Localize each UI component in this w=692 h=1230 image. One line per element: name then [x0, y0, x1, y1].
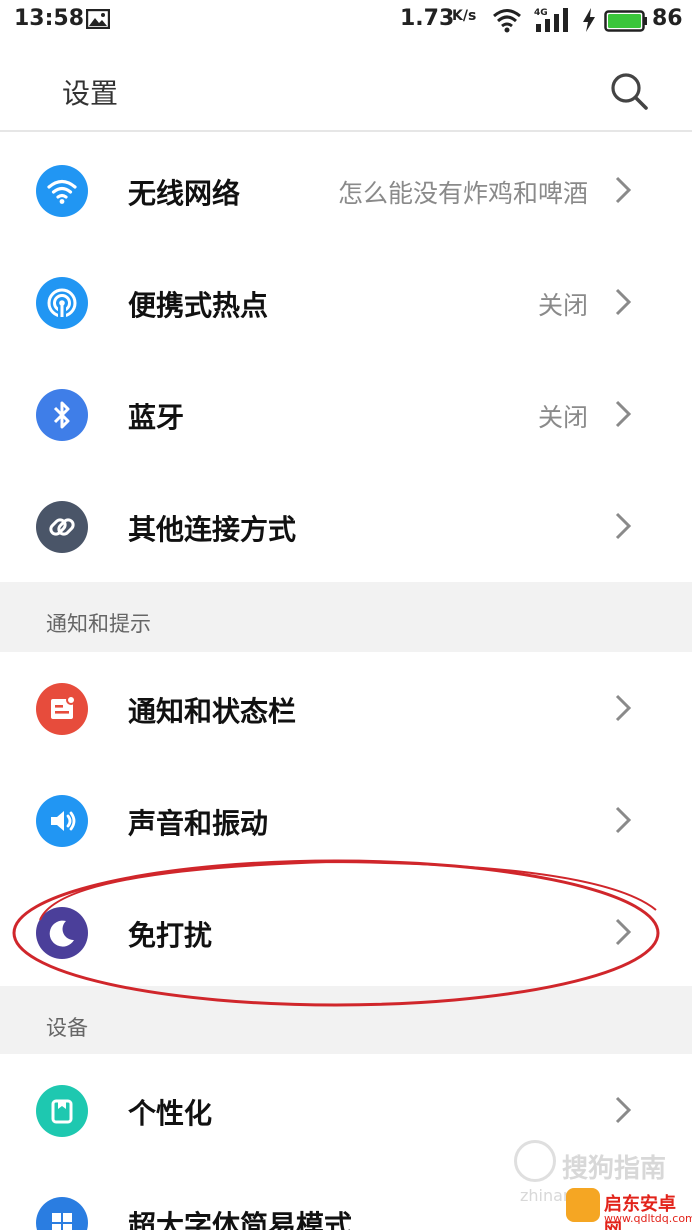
image-notification-icon	[86, 9, 110, 29]
section-header-notifications: 通知和提示	[0, 582, 692, 652]
settings-item-do-not-disturb[interactable]: 免打扰	[0, 876, 692, 988]
network-type-label: 4G	[534, 8, 548, 18]
watermark-text: 搜狗指南	[562, 1154, 667, 1184]
wifi-status-icon	[493, 9, 521, 33]
battery-level: 86	[652, 6, 683, 31]
battery-icon	[604, 10, 647, 32]
settings-item-notifications[interactable]: 通知和状态栏	[0, 652, 692, 764]
chevron-right-icon	[615, 288, 632, 316]
watermark-logo-icon	[514, 1140, 556, 1182]
settings-item-label: 个性化	[128, 1097, 213, 1130]
chevron-right-icon	[615, 1096, 632, 1124]
settings-item-label: 蓝牙	[128, 401, 185, 434]
signal-strength-icon: 4G	[534, 8, 568, 32]
settings-item-label: 通知和状态栏	[128, 695, 297, 728]
settings-item-value: 关闭	[537, 291, 588, 320]
settings-item-value: 怎么能没有炸鸡和啤酒	[337, 179, 588, 208]
brand-site: www.qdltdq.com	[604, 1212, 692, 1225]
chevron-right-icon	[615, 176, 632, 204]
settings-item-label: 便携式热点	[128, 289, 269, 322]
settings-item-label: 其他连接方式	[128, 513, 297, 546]
charging-icon	[583, 8, 595, 32]
chevron-right-icon	[615, 918, 632, 946]
moon-icon	[36, 907, 88, 959]
chevron-right-icon	[615, 694, 632, 722]
settings-item-other-connections[interactable]: 其他连接方式	[0, 470, 692, 582]
personalize-icon	[36, 1085, 88, 1137]
settings-item-label: 无线网络	[128, 177, 241, 210]
app-header: 设置	[0, 44, 692, 132]
section-label: 设备	[46, 1016, 88, 1040]
brand-logo-icon	[566, 1188, 600, 1222]
section-header-device: 设备	[0, 986, 692, 1056]
section-label: 通知和提示	[46, 612, 151, 636]
settings-item-value: 关闭	[537, 403, 588, 432]
sound-icon	[36, 795, 88, 847]
search-icon[interactable]	[608, 70, 650, 112]
chevron-right-icon	[615, 512, 632, 540]
network-speed-unit: K/s	[452, 8, 477, 24]
settings-screen: 13:58 1.73 K/s 4G 86 设置 无线网络 怎么能没有炸鸡和啤酒 …	[0, 0, 692, 1230]
simple-mode-icon	[36, 1197, 88, 1230]
network-speed: 1.73	[400, 6, 455, 31]
wifi-icon	[36, 165, 88, 217]
status-time: 13:58	[14, 6, 85, 31]
page-title: 设置	[62, 77, 119, 110]
chevron-right-icon	[615, 806, 632, 834]
settings-item-hotspot[interactable]: 便携式热点 关闭	[0, 246, 692, 358]
settings-item-label: 超大字体简易模式	[128, 1209, 353, 1230]
settings-item-wlan[interactable]: 无线网络 怎么能没有炸鸡和啤酒	[0, 134, 692, 246]
hotspot-icon	[36, 277, 88, 329]
status-bar: 13:58 1.73 K/s 4G 86	[0, 0, 692, 44]
notification-icon	[36, 683, 88, 735]
bluetooth-icon	[36, 389, 88, 441]
settings-item-sound[interactable]: 声音和振动	[0, 764, 692, 876]
chevron-right-icon	[615, 400, 632, 428]
settings-item-bluetooth[interactable]: 蓝牙 关闭	[0, 358, 692, 470]
settings-item-label: 免打扰	[128, 919, 213, 952]
settings-item-label: 声音和振动	[128, 807, 269, 840]
link-icon	[36, 501, 88, 553]
